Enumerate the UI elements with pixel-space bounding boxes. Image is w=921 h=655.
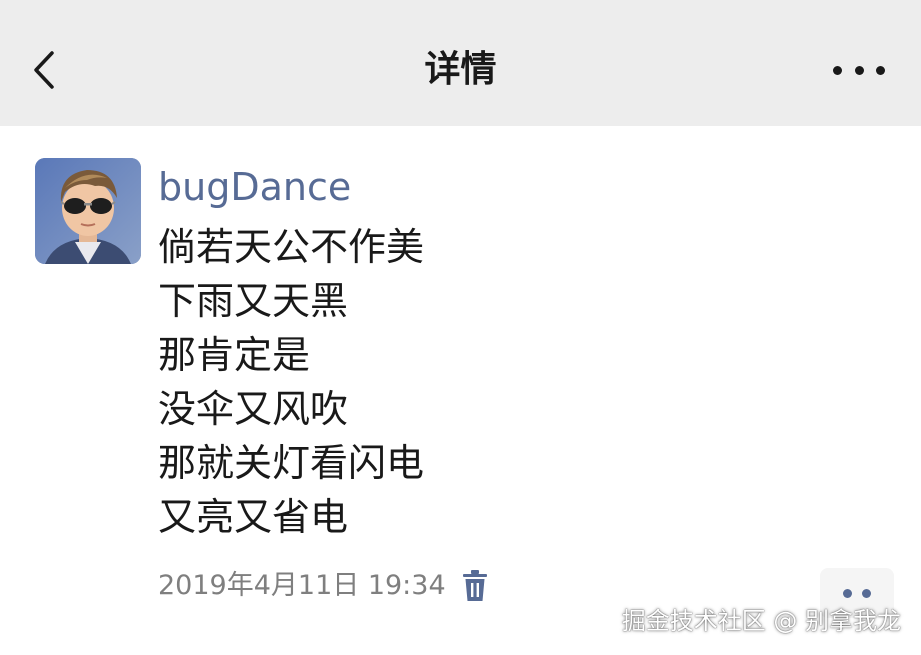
moments-detail-screen: 详情 bugDance 倘若天公不作美 下雨又天黑 那肯定是 没伞又风吹 那就关… — [0, 0, 921, 655]
navigation-bar: 详情 — [0, 0, 921, 126]
post-line: 没伞又风吹 — [158, 387, 349, 431]
trash-icon — [462, 570, 487, 601]
username-link[interactable]: bugDance — [158, 162, 351, 212]
avatar[interactable] — [35, 158, 141, 264]
avatar-image — [35, 158, 141, 264]
timestamp: 2019年4月11日 19:34 — [158, 570, 446, 601]
page-title: 详情 — [424, 49, 497, 90]
post-line: 那就关灯看闪电 — [158, 441, 425, 485]
more-dots-icon — [843, 588, 852, 598]
post-meta: 2019年4月11日 19:34 — [158, 566, 490, 606]
post-text: 倘若天公不作美 下雨又天黑 那肯定是 没伞又风吹 那就关灯看闪电 又亮又省电 — [158, 220, 424, 544]
more-options-button[interactable] — [833, 50, 885, 90]
more-horizontal-icon — [833, 65, 842, 75]
watermark: 掘金技术社区 @ 别拿我龙 — [621, 607, 901, 635]
post-line: 下雨又天黑 — [158, 279, 349, 323]
post-line: 又亮又省电 — [158, 495, 349, 539]
post-line: 那肯定是 — [158, 333, 311, 377]
delete-button[interactable] — [460, 568, 490, 604]
post-line: 倘若天公不作美 — [158, 225, 425, 269]
